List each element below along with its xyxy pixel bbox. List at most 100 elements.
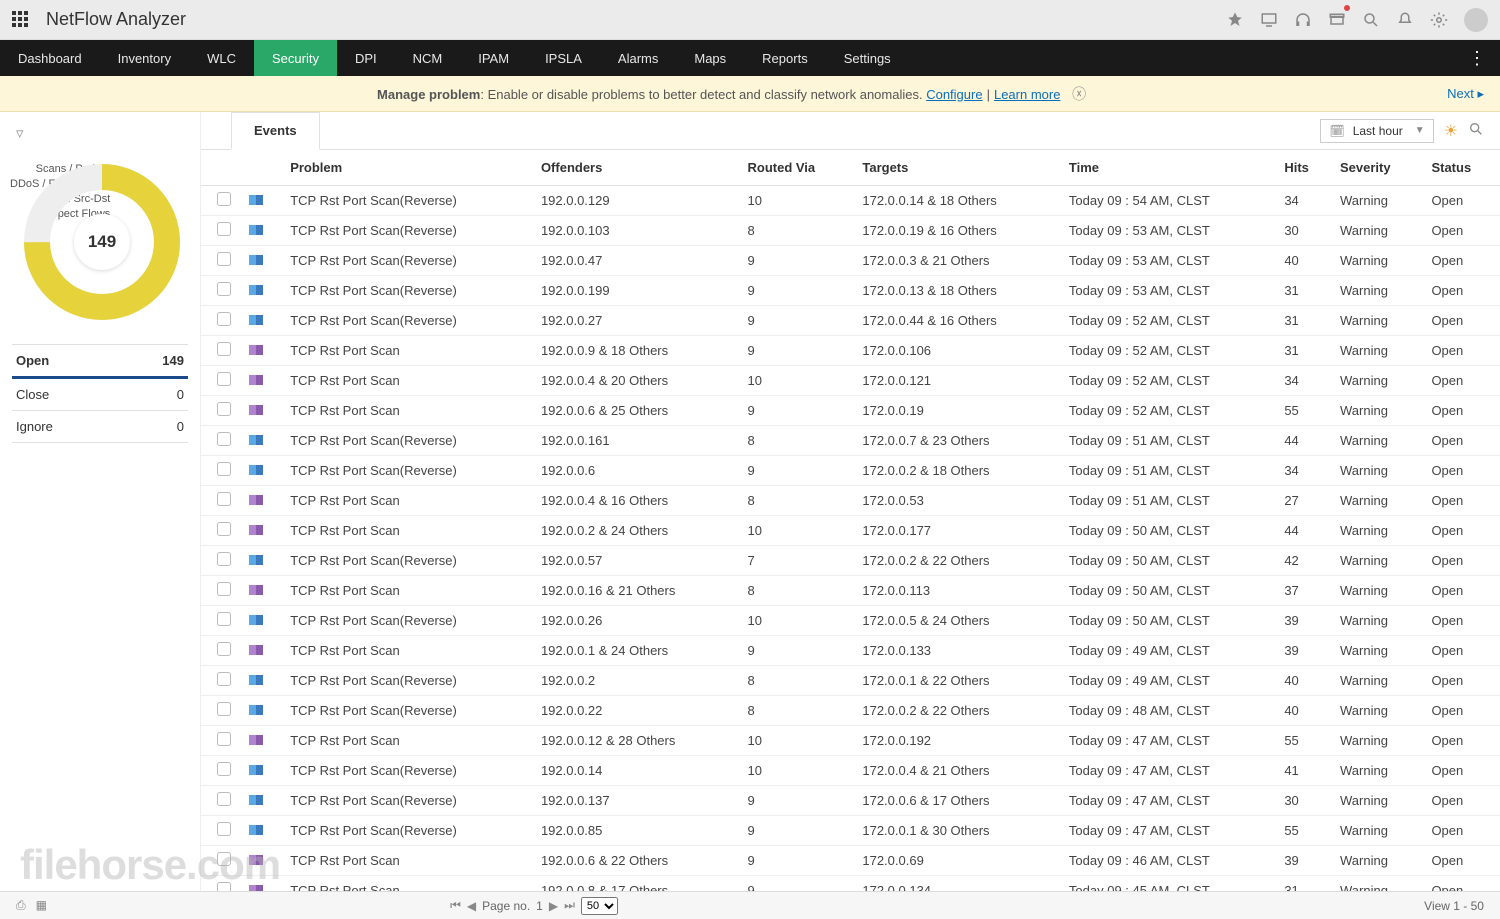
table-row[interactable]: TCP Rst Port Scan(Reverse)192.0.0.577172… (201, 546, 1500, 576)
table-row[interactable]: TCP Rst Port Scan(Reverse)192.0.0.28172.… (201, 666, 1500, 696)
row-checkbox[interactable] (217, 822, 231, 836)
row-checkbox[interactable] (217, 762, 231, 776)
nav-security[interactable]: Security (254, 40, 337, 76)
row-checkbox[interactable] (217, 492, 231, 506)
pager-last-icon[interactable]: ⏭ (564, 898, 575, 913)
nav-dashboard[interactable]: Dashboard (0, 40, 100, 76)
gift-icon[interactable] (1328, 9, 1346, 27)
row-checkbox[interactable] (217, 792, 231, 806)
row-checkbox[interactable] (217, 552, 231, 566)
pager-first-icon[interactable]: ⏮ (450, 898, 461, 913)
pager-label: Page no. (482, 899, 530, 913)
filter-icon[interactable]: ▿ (12, 122, 188, 144)
table-row[interactable]: TCP Rst Port Scan(Reverse)192.0.0.129101… (201, 186, 1500, 216)
headset-icon[interactable] (1294, 11, 1312, 29)
status-ignore[interactable]: Ignore0 (12, 411, 188, 443)
nav-inventory[interactable]: Inventory (100, 40, 189, 76)
table-row[interactable]: TCP Rst Port Scan(Reverse)192.0.0.261017… (201, 606, 1500, 636)
row-checkbox[interactable] (217, 702, 231, 716)
pager-next-icon[interactable]: ▶ (549, 899, 558, 913)
table-row[interactable]: TCP Rst Port Scan192.0.0.4 & 20 Others10… (201, 366, 1500, 396)
nav-alarms[interactable]: Alarms (600, 40, 676, 76)
row-checkbox[interactable] (217, 642, 231, 656)
col-offenders[interactable]: Offenders (533, 150, 740, 186)
avatar[interactable] (1464, 8, 1488, 32)
table-row[interactable]: TCP Rst Port Scan(Reverse)192.0.0.228172… (201, 696, 1500, 726)
status-close[interactable]: Close0 (12, 379, 188, 411)
nav-reports[interactable]: Reports (744, 40, 826, 76)
col-hits[interactable]: Hits (1276, 150, 1332, 186)
bell-icon[interactable] (1396, 11, 1414, 29)
rocket-icon[interactable] (1226, 11, 1244, 29)
status-open[interactable]: Open149 (12, 345, 188, 379)
row-checkbox[interactable] (217, 402, 231, 416)
row-checkbox[interactable] (217, 582, 231, 596)
table-row[interactable]: TCP Rst Port Scan(Reverse)192.0.0.69172.… (201, 456, 1500, 486)
row-checkbox[interactable] (217, 222, 231, 236)
table-row[interactable]: TCP Rst Port Scan(Reverse)192.0.0.103817… (201, 216, 1500, 246)
table-row[interactable]: TCP Rst Port Scan192.0.0.4 & 16 Others81… (201, 486, 1500, 516)
learn-more-link[interactable]: Learn more (994, 87, 1060, 102)
table-row[interactable]: TCP Rst Port Scan192.0.0.8 & 17 Others91… (201, 876, 1500, 892)
tab-events[interactable]: Events (231, 112, 320, 150)
row-checkbox[interactable] (217, 432, 231, 446)
columns-icon[interactable]: ▦ (36, 898, 47, 913)
row-checkbox[interactable] (217, 462, 231, 476)
col-routed via[interactable]: Routed Via (739, 150, 854, 186)
pager-prev-icon[interactable]: ◀ (467, 899, 476, 913)
row-checkbox[interactable] (217, 612, 231, 626)
nav-ipsla[interactable]: IPSLA (527, 40, 600, 76)
col-problem[interactable]: Problem (282, 150, 533, 186)
banner-close-icon[interactable]: ⓧ (1072, 86, 1086, 102)
row-checkbox[interactable] (217, 522, 231, 536)
col-time[interactable]: Time (1061, 150, 1276, 186)
table-row[interactable]: TCP Rst Port Scan192.0.0.12 & 28 Others1… (201, 726, 1500, 756)
row-checkbox[interactable] (217, 672, 231, 686)
table-search-icon[interactable] (1468, 121, 1484, 140)
row-checkbox[interactable] (217, 282, 231, 296)
banner-next[interactable]: Next ▸ (1447, 86, 1484, 102)
table-row[interactable]: TCP Rst Port Scan192.0.0.6 & 25 Others91… (201, 396, 1500, 426)
table-row[interactable]: TCP Rst Port Scan(Reverse)192.0.0.859172… (201, 816, 1500, 846)
page-size-select[interactable]: 50 (581, 897, 618, 915)
col-severity[interactable]: Severity (1332, 150, 1423, 186)
search-icon[interactable] (1362, 11, 1380, 29)
row-checkbox[interactable] (217, 252, 231, 266)
row-checkbox[interactable] (217, 312, 231, 326)
table-row[interactable]: TCP Rst Port Scan(Reverse)192.0.0.161817… (201, 426, 1500, 456)
row-checkbox[interactable] (217, 372, 231, 386)
table-row[interactable]: TCP Rst Port Scan192.0.0.2 & 24 Others10… (201, 516, 1500, 546)
monitor-icon[interactable] (1260, 11, 1278, 29)
table-row[interactable]: TCP Rst Port Scan192.0.0.6 & 22 Others91… (201, 846, 1500, 876)
table-row[interactable]: TCP Rst Port Scan192.0.0.16 & 21 Others8… (201, 576, 1500, 606)
row-checkbox[interactable] (217, 192, 231, 206)
row-checkbox[interactable] (217, 882, 231, 891)
table-row[interactable]: TCP Rst Port Scan(Reverse)192.0.0.199917… (201, 276, 1500, 306)
table-row[interactable]: TCP Rst Port Scan(Reverse)192.0.0.479172… (201, 246, 1500, 276)
row-checkbox[interactable] (217, 732, 231, 746)
col-status[interactable]: Status (1423, 150, 1500, 186)
chevron-down-icon: ▼ (1415, 125, 1425, 136)
table-row[interactable]: TCP Rst Port Scan(Reverse)192.0.0.137917… (201, 786, 1500, 816)
nav-more-icon[interactable]: ⋮ (1454, 48, 1500, 69)
nav-maps[interactable]: Maps (676, 40, 744, 76)
table-row[interactable]: TCP Rst Port Scan(Reverse)192.0.0.141017… (201, 756, 1500, 786)
nav-dpi[interactable]: DPI (337, 40, 395, 76)
problem-type-icon (249, 795, 263, 805)
nav-wlc[interactable]: WLC (189, 40, 254, 76)
gear-icon[interactable] (1430, 11, 1448, 29)
alert-settings-icon[interactable]: ☀ (1444, 121, 1458, 141)
apps-grid-icon[interactable] (12, 11, 30, 29)
col-targets[interactable]: Targets (854, 150, 1061, 186)
row-checkbox[interactable] (217, 342, 231, 356)
nav-ipam[interactable]: IPAM (460, 40, 527, 76)
table-row[interactable]: TCP Rst Port Scan(Reverse)192.0.0.279172… (201, 306, 1500, 336)
row-checkbox[interactable] (217, 852, 231, 866)
export-icon[interactable]: ⎙ (16, 898, 26, 913)
nav-settings[interactable]: Settings (826, 40, 909, 76)
configure-link[interactable]: Configure (926, 87, 982, 102)
time-range-select[interactable]: 🗓 Last hour ▼ (1320, 119, 1433, 143)
nav-ncm[interactable]: NCM (395, 40, 461, 76)
table-row[interactable]: TCP Rst Port Scan192.0.0.1 & 24 Others91… (201, 636, 1500, 666)
table-row[interactable]: TCP Rst Port Scan192.0.0.9 & 18 Others91… (201, 336, 1500, 366)
